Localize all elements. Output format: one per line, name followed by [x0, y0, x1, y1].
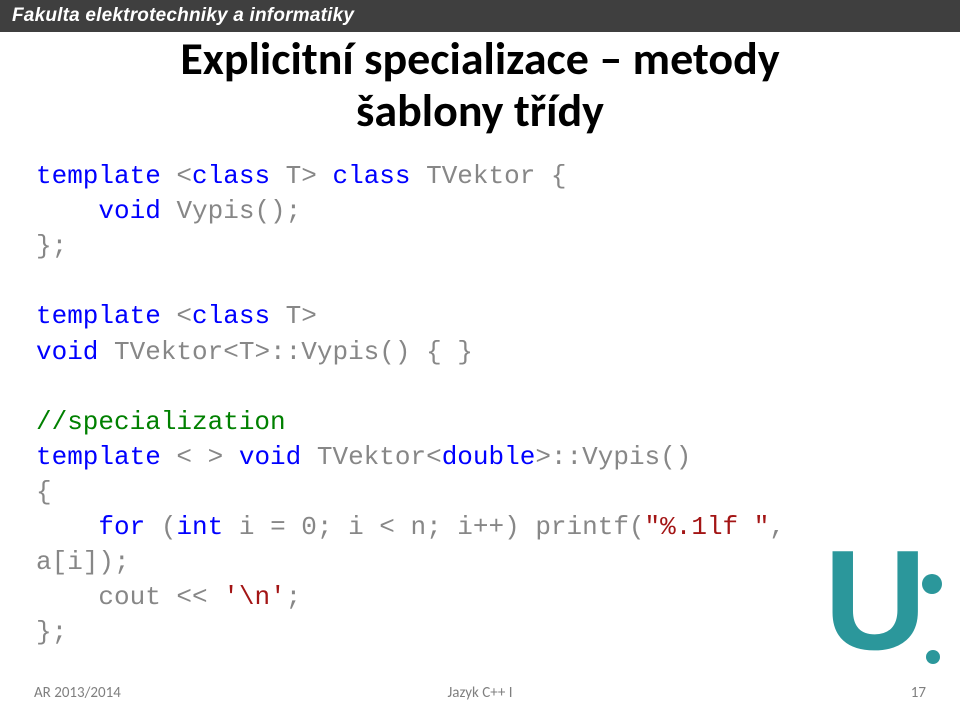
kw: int — [176, 512, 223, 542]
university-logo: U — [824, 522, 944, 672]
t: < — [161, 301, 192, 331]
t: { — [36, 477, 52, 507]
kw: void — [239, 442, 301, 472]
title-line-2: šablony třídy — [60, 86, 900, 138]
footer-year: AR 2013/2014 — [34, 684, 121, 702]
t — [36, 196, 98, 226]
t: }; — [36, 231, 67, 261]
code-text: template <class T> class TVektor { void … — [36, 161, 785, 647]
logo-letter-u: U — [824, 530, 927, 672]
t: a[i]); — [36, 547, 130, 577]
t: i = 0; i < n; i++) printf( — [223, 512, 644, 542]
t: Vypis(); — [161, 196, 301, 226]
str: "%.1lf " — [645, 512, 770, 542]
t: cout << — [36, 582, 223, 612]
slide-title: Explicitní specializace – metody šablony… — [0, 34, 960, 137]
footer-page-number: 17 — [911, 684, 926, 702]
t: T> — [270, 301, 317, 331]
footer-course: Jazyk C++ I — [448, 684, 513, 702]
t: , — [769, 512, 785, 542]
kw: for — [98, 512, 145, 542]
logo-dot-icon — [926, 650, 940, 664]
header-bar: Fakulta elektrotechniky a informatiky — [0, 0, 960, 32]
kw: class — [192, 161, 270, 191]
str: '\n' — [223, 582, 285, 612]
comment: //specialization — [36, 407, 286, 437]
logo-dot-icon — [922, 574, 942, 594]
code-block: template <class T> class TVektor { void … — [36, 159, 960, 650]
kw: class — [192, 301, 270, 331]
t: TVektor<T>::Vypis() { } — [98, 337, 472, 367]
t: TVektor< — [301, 442, 441, 472]
kw: void — [98, 196, 160, 226]
t: T> — [270, 161, 332, 191]
kw: void — [36, 337, 98, 367]
kw: template — [36, 301, 161, 331]
t: ; — [286, 582, 302, 612]
title-line-1: Explicitní specializace – metody — [60, 34, 900, 86]
kw: double — [442, 442, 536, 472]
t: < > — [161, 442, 239, 472]
t: < — [161, 161, 192, 191]
kw: template — [36, 161, 161, 191]
t: ( — [145, 512, 176, 542]
t: TVektor { — [411, 161, 567, 191]
t — [36, 512, 98, 542]
kw: template — [36, 442, 161, 472]
footer: AR 2013/2014 Jazyk C++ I 17 — [0, 684, 960, 702]
t: }; — [36, 617, 67, 647]
faculty-name: Fakulta elektrotechniky a informatiky — [12, 5, 354, 27]
kw: class — [332, 161, 410, 191]
t: >::Vypis() — [535, 442, 691, 472]
